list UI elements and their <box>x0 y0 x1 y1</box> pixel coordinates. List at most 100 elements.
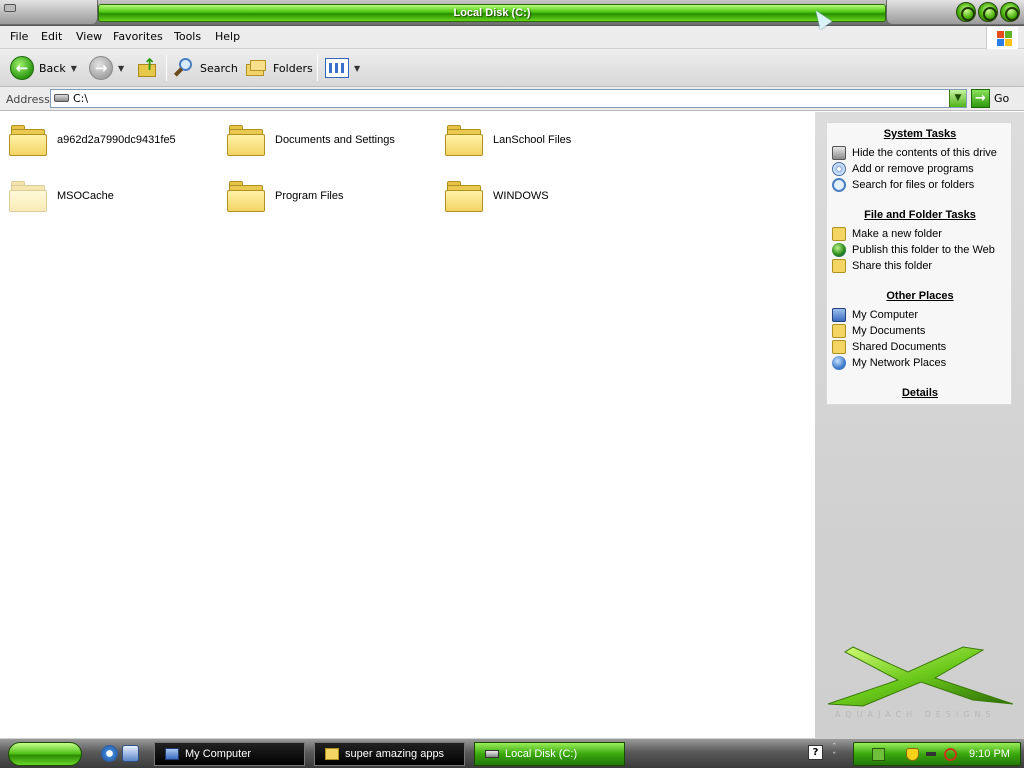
place-my-computer[interactable]: My Computer <box>832 307 1012 323</box>
drive-icon <box>4 4 16 12</box>
details-header[interactable]: Details <box>827 387 1013 399</box>
folder-item[interactable]: a962d2a7990dc9431fe5 <box>9 120 176 160</box>
start-button[interactable] <box>8 742 82 766</box>
back-button[interactable]: ← Back ▼ <box>10 54 77 82</box>
forward-dropdown-icon[interactable]: ▼ <box>118 64 124 73</box>
task-label: Share this folder <box>852 260 933 272</box>
views-button[interactable]: ▼ <box>325 54 360 82</box>
toolbar: ← Back ▼ → ▼ ↑ Search Folders ▼ <box>0 49 1024 87</box>
taskbar-button-label: My Computer <box>185 748 252 760</box>
network-icon <box>832 356 846 370</box>
volume-icon[interactable] <box>926 752 936 756</box>
security-shield-icon[interactable] <box>906 748 919 761</box>
place-my-network-places[interactable]: My Network Places <box>832 355 1012 371</box>
menu-file[interactable]: File <box>10 30 28 43</box>
task-make-new-folder[interactable]: Make a new folder <box>832 226 1012 242</box>
folder-icon <box>325 748 339 760</box>
up-folder-icon: ↑ <box>137 55 159 79</box>
folders-label: Folders <box>273 61 313 75</box>
help-icon[interactable]: ? <box>808 745 823 760</box>
address-label: Address <box>6 93 50 106</box>
back-label: Back <box>39 61 66 75</box>
clock[interactable]: 9:10 PM <box>969 748 1010 760</box>
show-hidden-icons-chevron-icon[interactable]: ˆˇ <box>832 744 837 762</box>
brand-text: AQUAJACH DESIGNS <box>835 710 996 719</box>
folder-name: WINDOWS <box>493 190 549 202</box>
menu-tools[interactable]: Tools <box>174 30 201 43</box>
menu-help[interactable]: Help <box>215 30 240 43</box>
file-folder-tasks-header[interactable]: File and Folder Tasks <box>827 209 1013 221</box>
system-tray: 9:10 PM <box>853 742 1021 766</box>
internet-explorer-icon[interactable] <box>101 745 118 762</box>
windows-logo-icon <box>986 27 1018 49</box>
forward-button[interactable]: → ▼ <box>89 54 124 82</box>
folders-button[interactable]: Folders <box>246 54 313 82</box>
folder-icon <box>445 123 483 157</box>
computer-icon <box>165 748 179 760</box>
task-label: Search for files or folders <box>852 179 975 191</box>
go-button[interactable]: → Go <box>971 89 1009 108</box>
drive-icon <box>54 94 69 102</box>
task-hide-drive-contents[interactable]: Hide the contents of this drive <box>832 145 1012 161</box>
quick-launch-browser-icon[interactable] <box>122 745 139 762</box>
up-folder-button[interactable]: ↑ <box>137 54 159 82</box>
menu-favorites[interactable]: Favorites <box>113 30 163 43</box>
address-dropdown-icon[interactable]: ▼ <box>949 90 966 107</box>
search-tray-icon[interactable] <box>944 748 957 761</box>
folder-icon <box>9 123 47 157</box>
task-search-files[interactable]: Search for files or folders <box>832 177 1012 193</box>
taskbar: My Computer super amazing apps Local Dis… <box>0 738 1024 768</box>
folder-item[interactable]: Documents and Settings <box>227 120 395 160</box>
title-bar-caption: Local Disk (C:) <box>98 4 886 22</box>
system-menu-tab[interactable] <box>0 0 98 24</box>
search-button[interactable]: Search <box>173 54 238 82</box>
title-bar[interactable]: Local Disk (C:) <box>0 0 1024 26</box>
task-share-folder[interactable]: Share this folder <box>832 258 1012 274</box>
folder-item[interactable]: LanSchool Files <box>445 120 571 160</box>
place-my-documents[interactable]: My Documents <box>832 323 1012 339</box>
folder-item[interactable]: MSOCache <box>9 176 114 216</box>
folder-name: Program Files <box>275 190 344 202</box>
address-value: C:\ <box>73 92 89 105</box>
maximize-button[interactable] <box>978 2 998 22</box>
go-arrow-icon: → <box>971 89 990 108</box>
network-tray-icon[interactable] <box>872 748 885 761</box>
place-label: My Computer <box>852 309 919 321</box>
place-label: My Network Places <box>852 357 947 369</box>
folder-item[interactable]: Program Files <box>227 176 343 216</box>
task-label: Add or remove programs <box>852 163 974 175</box>
back-dropdown-icon[interactable]: ▼ <box>71 64 77 73</box>
search-icon <box>173 57 195 79</box>
folder-item[interactable]: WINDOWS <box>445 176 549 216</box>
place-label: Shared Documents <box>852 341 947 353</box>
menu-edit[interactable]: Edit <box>41 30 62 43</box>
globe-icon <box>832 243 846 257</box>
place-shared-documents[interactable]: Shared Documents <box>832 339 1012 355</box>
task-label: Hide the contents of this drive <box>852 147 997 159</box>
system-tasks-header[interactable]: System Tasks <box>827 128 1013 140</box>
task-box: System Tasks Hide the contents of this d… <box>826 122 1012 405</box>
menu-view[interactable]: View <box>76 30 102 43</box>
forward-arrow-icon: → <box>89 56 113 80</box>
taskbar-button-my-computer[interactable]: My Computer <box>154 742 305 766</box>
task-label: Publish this folder to the Web <box>852 244 995 256</box>
drive-icon <box>832 146 846 160</box>
other-places-header[interactable]: Other Places <box>827 290 1013 302</box>
computer-icon <box>832 308 846 322</box>
folder-icon <box>227 123 265 157</box>
documents-icon <box>832 324 846 338</box>
taskbar-button-local-disk[interactable]: Local Disk (C:) <box>474 742 625 766</box>
folder-name: MSOCache <box>57 190 114 202</box>
search-label: Search <box>200 61 238 75</box>
x-logo-icon <box>827 646 1014 707</box>
file-list-pane[interactable]: a962d2a7990dc9431fe5 Documents and Setti… <box>0 112 815 738</box>
taskbar-button-label: Local Disk (C:) <box>505 748 578 760</box>
address-input[interactable]: C:\ ▼ <box>50 89 967 108</box>
task-add-remove-programs[interactable]: Add or remove programs <box>832 161 1012 177</box>
task-publish-to-web[interactable]: Publish this folder to the Web <box>832 242 1012 258</box>
taskbar-button-super-amazing-apps[interactable]: super amazing apps <box>314 742 465 766</box>
views-dropdown-icon[interactable]: ▼ <box>354 64 360 73</box>
minimize-button[interactable] <box>956 2 976 22</box>
close-button[interactable] <box>1000 2 1020 22</box>
menu-bar: File Edit View Favorites Tools Help <box>0 26 1024 49</box>
